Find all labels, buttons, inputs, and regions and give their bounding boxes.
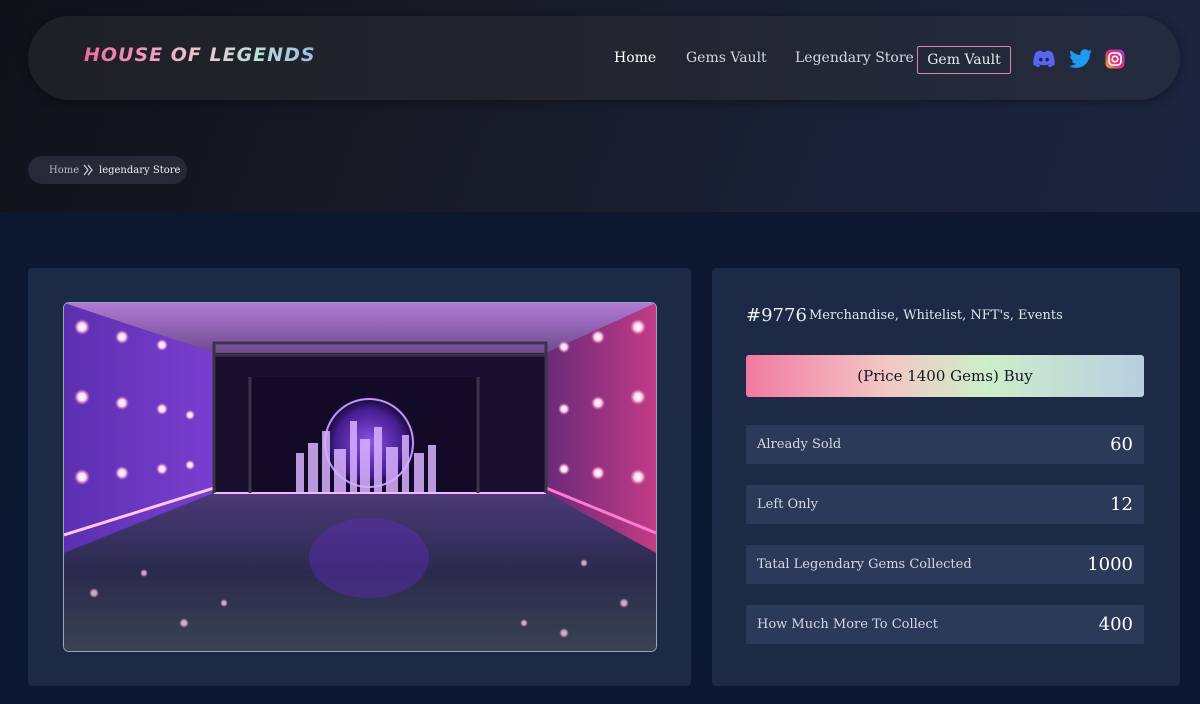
breadcrumb: Home legendary Store bbox=[28, 156, 187, 184]
artwork-card bbox=[28, 268, 691, 686]
stat-value: 12 bbox=[1110, 494, 1133, 515]
stat-value: 1000 bbox=[1087, 554, 1133, 575]
stat-label: Tatal Legendary Gems Collected bbox=[757, 557, 972, 572]
stat-more-to-collect: How Much More To Collect 400 bbox=[746, 605, 1144, 644]
stat-total-gems-collected: Tatal Legendary Gems Collected 1000 bbox=[746, 545, 1144, 584]
page: HOUSE OF LEGENDS Home Gems Vault Legenda… bbox=[0, 0, 1200, 704]
product-details-card: #9776 Merchandise, Whitelist, NFT's, Eve… bbox=[712, 268, 1180, 686]
product-id: #9776 bbox=[746, 305, 807, 326]
nav-link-legendary-store[interactable]: Legendary Store bbox=[795, 50, 914, 66]
stat-label: Already Sold bbox=[757, 437, 842, 452]
breadcrumb-current: legendary Store bbox=[99, 164, 181, 176]
nav-link-gems-vault[interactable]: Gems Vault bbox=[686, 50, 767, 66]
stat-label: Left Only bbox=[757, 497, 819, 512]
stat-left-only: Left Only 12 bbox=[746, 485, 1144, 524]
gem-vault-button[interactable]: Gem Vault bbox=[917, 46, 1011, 74]
stat-value: 400 bbox=[1098, 614, 1133, 635]
twitter-icon[interactable] bbox=[1069, 49, 1093, 69]
discord-icon[interactable] bbox=[1032, 49, 1056, 69]
chevron-right-icon bbox=[83, 164, 93, 176]
buy-button[interactable]: (Price 1400 Gems) Buy bbox=[746, 355, 1144, 397]
stat-label: How Much More To Collect bbox=[757, 617, 938, 632]
site-logo[interactable]: HOUSE OF LEGENDS bbox=[84, 44, 316, 66]
product-image bbox=[63, 302, 657, 652]
navbar: HOUSE OF LEGENDS Home Gems Vault Legenda… bbox=[28, 16, 1180, 100]
stat-value: 60 bbox=[1110, 434, 1133, 455]
stat-already-sold: Already Sold 60 bbox=[746, 425, 1144, 464]
product-tags: Merchandise, Whitelist, NFT's, Events bbox=[809, 308, 1063, 323]
instagram-icon[interactable] bbox=[1105, 49, 1125, 69]
nav-link-home[interactable]: Home bbox=[614, 50, 656, 66]
breadcrumb-home[interactable]: Home bbox=[49, 165, 79, 176]
neon-room-illustration bbox=[64, 303, 656, 651]
